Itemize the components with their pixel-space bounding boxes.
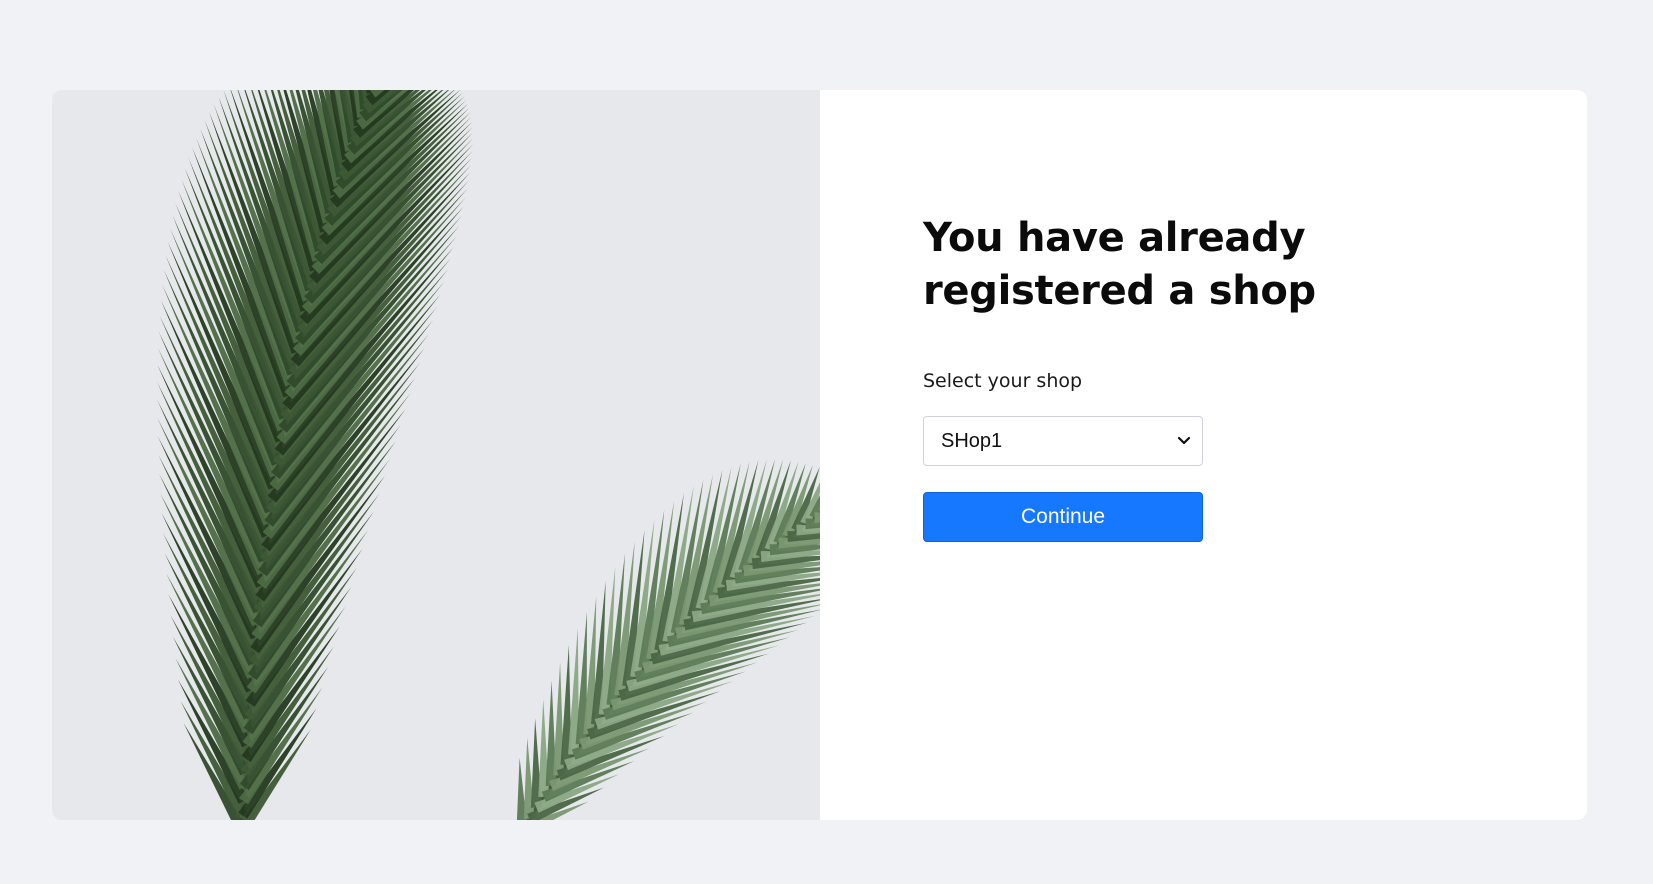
page-title: You have already registered a shop <box>923 215 1316 314</box>
continue-button[interactable]: Continue <box>923 492 1203 542</box>
shop-select[interactable]: SHop1 <box>923 416 1203 466</box>
shop-select-value: SHop1 <box>941 429 1003 452</box>
palm-leaf-image <box>52 90 820 820</box>
registration-card: You have already registered a shop Selec… <box>52 90 1587 820</box>
select-shop-label: Select your shop <box>923 370 1083 392</box>
chevron-down-icon <box>1172 429 1196 453</box>
palm-leaf-illustration <box>52 90 820 820</box>
content-panel: You have already registered a shop Selec… <box>820 90 1587 820</box>
